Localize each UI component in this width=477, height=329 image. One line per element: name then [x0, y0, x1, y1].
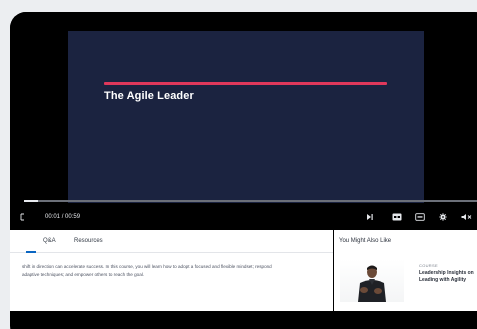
instructor-avatar: [358, 265, 386, 302]
recommendation-item[interactable]: COURSE Leadership Insights on Leading wi…: [419, 263, 477, 284]
transcript-icon[interactable]: [415, 213, 425, 221]
fullscreen-exit-icon[interactable]: [20, 213, 28, 221]
total-duration: 00:59: [65, 214, 81, 220]
recommendations-title: You Might Also Like: [339, 238, 392, 244]
recommendations-panel: You Might Also Like COURSE Leadership In…: [334, 230, 477, 311]
closed-captions-icon[interactable]: [392, 213, 402, 221]
tab-resources[interactable]: Resources: [74, 238, 103, 244]
skip-next-icon[interactable]: [366, 213, 374, 221]
time-separator: /: [61, 214, 64, 220]
description-line-2: adaptive techniques; and empower others …: [22, 271, 145, 277]
item-type: COURSE: [419, 263, 438, 268]
video-slide: The Agile Leader: [68, 31, 424, 203]
progress-bar[interactable]: [24, 200, 477, 202]
current-time: 00:01: [45, 214, 61, 220]
progress-fill: [24, 200, 38, 202]
course-description: shift in direction can accelerate succes…: [22, 263, 322, 278]
description-line-1: shift in direction can accelerate succes…: [22, 264, 272, 269]
slide-title: The Agile Leader: [104, 90, 194, 102]
tablet-frame: The Agile Leader 00:01 / 00:59 Q&A Resou…: [10, 12, 477, 329]
item-title: Leadership Insights on Leading with Agil…: [419, 270, 474, 283]
content-tabs: Q&A Resources: [10, 230, 333, 253]
course-thumbnail[interactable]: [340, 259, 404, 302]
active-tab-indicator: [26, 251, 36, 253]
tab-qa[interactable]: Q&A: [43, 238, 56, 244]
course-info-panel: Q&A Resources shift in direction can acc…: [10, 230, 333, 311]
slide-accent-bar: [104, 82, 387, 85]
time-display: 00:01 / 00:59: [45, 214, 80, 220]
gear-icon[interactable]: [439, 213, 447, 221]
player-controls: 00:01 / 00:59: [10, 208, 477, 226]
volume-mute-icon[interactable]: [461, 213, 473, 221]
video-player[interactable]: The Agile Leader 00:01 / 00:59: [10, 12, 477, 228]
